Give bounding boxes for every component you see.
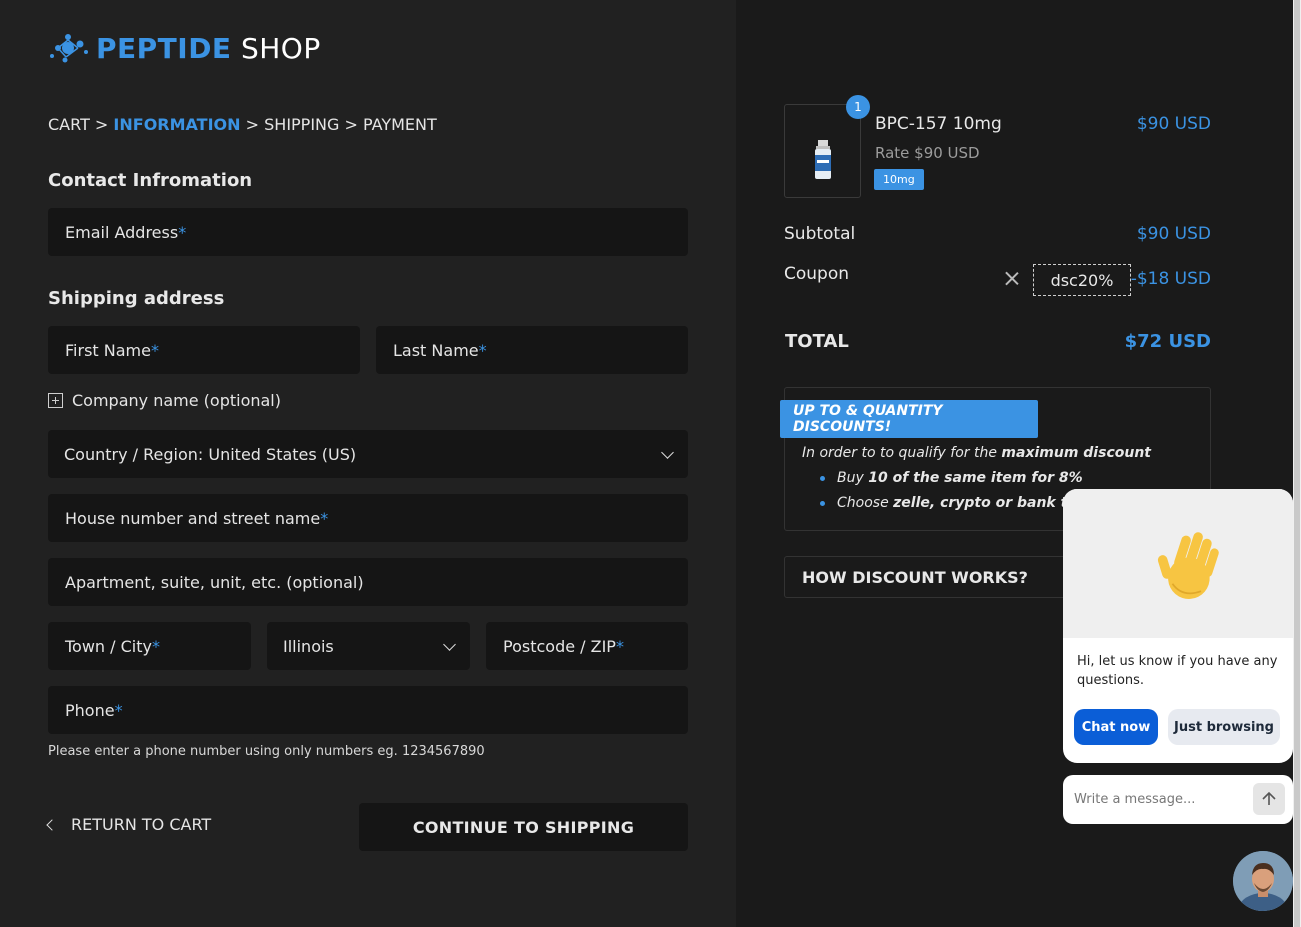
email-field[interactable]: Email Address * (48, 208, 688, 256)
waving-hand-icon (1157, 532, 1219, 599)
site-logo[interactable]: PEPTIDE SHOP (48, 30, 321, 66)
street-address-field[interactable]: House number and street name * (48, 494, 688, 542)
company-toggle-label: Company name (optional) (72, 391, 281, 410)
breadcrumb-shipping: SHIPPING (264, 115, 340, 134)
just-browsing-button[interactable]: Just browsing (1168, 709, 1280, 745)
breadcrumb-separator: > (339, 115, 363, 134)
logo-text: PEPTIDE SHOP (96, 32, 321, 65)
chat-agent-avatar[interactable] (1233, 851, 1293, 911)
plus-square-icon (48, 393, 63, 408)
postcode-label: Postcode / ZIP (503, 636, 616, 656)
scrollbar[interactable] (1293, 0, 1301, 927)
apartment-label: Apartment, suite, unit, etc. (optional) (65, 572, 364, 592)
total-value: $72 USD (1124, 331, 1211, 352)
required-mark: * (178, 222, 187, 242)
return-label: RETURN TO CART (71, 815, 212, 834)
city-field[interactable]: Town / City * (48, 622, 251, 670)
vial-icon (815, 140, 831, 179)
discount-heading: UP TO & QUANTITY DISCOUNTS! (780, 400, 1038, 438)
required-mark: * (152, 636, 160, 656)
required-mark: * (114, 700, 123, 720)
required-mark: * (615, 636, 624, 656)
total-label: TOTAL (785, 331, 849, 352)
discount-intro-text: In order to to qualify for the (802, 445, 1002, 461)
country-value: Country / Region: United States (US) (64, 444, 357, 464)
state-select[interactable]: Illinois (267, 622, 470, 670)
shipping-section-title: Shipping address (48, 288, 225, 309)
quantity-badge: 1 (846, 95, 870, 119)
breadcrumb: CART > INFORMATION > SHIPPING > PAYMENT (48, 115, 437, 134)
postcode-field[interactable]: Postcode / ZIP * (486, 622, 688, 670)
breadcrumb-payment: PAYMENT (363, 115, 437, 134)
coupon-code: dsc20% (1033, 264, 1131, 296)
chevron-down-icon (443, 638, 456, 651)
bullet-icon (820, 475, 825, 481)
last-name-field[interactable]: Last Name * (376, 326, 688, 374)
subtotal-value: $90 USD (1136, 224, 1211, 244)
required-mark: * (320, 508, 329, 528)
discount-item-text: Choose (837, 495, 889, 511)
chevron-left-icon (46, 818, 58, 831)
chevron-down-icon (661, 446, 674, 459)
discount-item-bold: 10 of the same item for 8% (868, 470, 1083, 486)
first-name-label: First Name (65, 340, 151, 360)
discount-list-item: Buy 10 of the same item for 8% (820, 470, 1083, 486)
email-label: Email Address (65, 222, 179, 242)
phone-field[interactable]: Phone * (48, 686, 688, 734)
state-value: Illinois (283, 636, 334, 656)
arrow-up-icon (1262, 791, 1276, 805)
chat-input-placeholder: Write a message... (1074, 792, 1196, 807)
bullet-icon (820, 500, 825, 506)
product-variant-tag: 10mg (874, 169, 924, 190)
breadcrumb-separator: > (89, 115, 114, 134)
apartment-field[interactable]: Apartment, suite, unit, etc. (optional) (48, 558, 688, 606)
molecule-logo-icon (50, 34, 88, 63)
country-select[interactable]: Country / Region: United States (US) (48, 430, 688, 478)
agent-avatar-icon (1233, 851, 1293, 911)
product-rate: Rate $90 USD (875, 144, 980, 162)
chat-message-input[interactable]: Write a message... (1063, 775, 1293, 824)
product-price: $90 USD (1136, 114, 1211, 134)
discount-item-text: Buy (837, 470, 864, 486)
discount-intro: In order to to qualify for the maximum d… (802, 445, 1151, 461)
chat-widget: Hi, let us know if you have any question… (1063, 489, 1293, 763)
chat-hero (1063, 489, 1293, 638)
city-label: Town / City (65, 636, 152, 656)
breadcrumb-separator: > (240, 115, 265, 134)
scrollbar-thumb[interactable] (1294, 0, 1300, 927)
discount-item-bold: zelle, crypto or bank tra (893, 495, 1084, 511)
phone-hint: Please enter a phone number using only n… (48, 744, 485, 759)
chat-now-button[interactable]: Chat now (1074, 709, 1158, 745)
last-name-label: Last Name (393, 340, 479, 360)
coupon-label: Coupon (784, 264, 850, 284)
continue-to-shipping-button[interactable]: CONTINUE TO SHIPPING (359, 803, 688, 851)
discount-intro-bold: maximum discount (1001, 445, 1151, 461)
product-thumbnail (784, 104, 861, 198)
breadcrumb-information: INFORMATION (113, 115, 241, 134)
required-mark: * (478, 340, 487, 360)
logo-brand: PEPTIDE (96, 31, 232, 65)
chat-greeting: Hi, let us know if you have any question… (1077, 654, 1278, 688)
product-name: BPC-157 10mg (875, 114, 1002, 134)
logo-suffix: SHOP (231, 31, 321, 65)
company-name-toggle[interactable]: Company name (optional) (48, 391, 281, 410)
breadcrumb-cart[interactable]: CART (48, 115, 90, 134)
contact-section-title: Contact Infromation (48, 170, 253, 191)
first-name-field[interactable]: First Name * (48, 326, 360, 374)
discount-list-item: Choose zelle, crypto or bank tra (820, 495, 1084, 511)
return-to-cart-link[interactable]: RETURN TO CART (46, 815, 212, 834)
subtotal-label: Subtotal (784, 224, 856, 244)
remove-coupon-icon[interactable] (1004, 270, 1020, 286)
phone-label: Phone (65, 700, 115, 720)
required-mark: * (150, 340, 159, 360)
street-label: House number and street name (65, 508, 321, 528)
send-button[interactable] (1253, 783, 1285, 815)
coupon-value: -$18 USD (1130, 269, 1211, 289)
